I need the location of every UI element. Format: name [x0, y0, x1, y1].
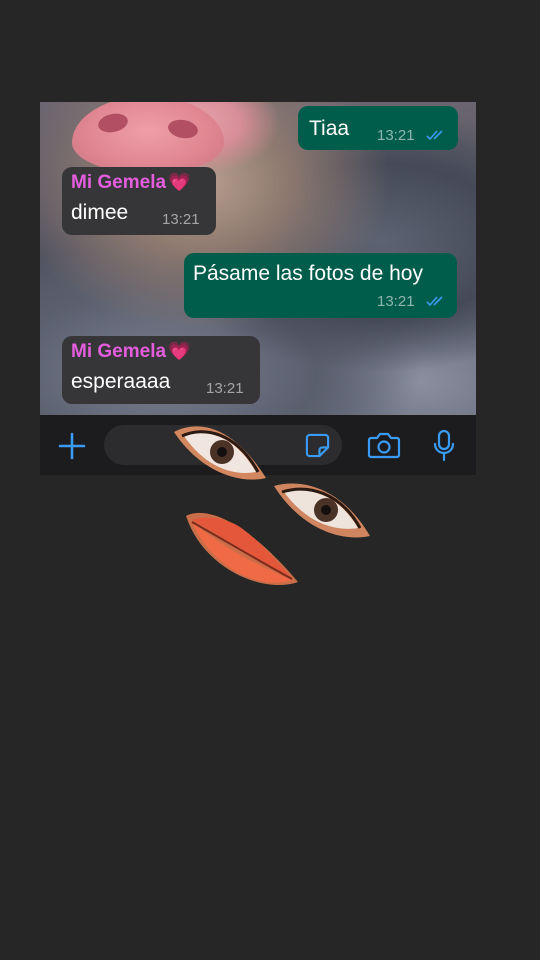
- message-time: 13:21: [377, 127, 415, 144]
- collage-page: Tiaa 13:21 Mi Gemela 💗 dimee 13:21 Pásame…: [0, 0, 540, 960]
- pig-snout-background: [72, 102, 224, 174]
- incoming-message[interactable]: Mi Gemela 💗 esperaaaa 13:21: [62, 336, 260, 404]
- chat-screenshot: Tiaa 13:21 Mi Gemela 💗 dimee 13:21 Pásame…: [40, 102, 476, 415]
- eye-cutout: [174, 426, 266, 480]
- message-text: dimee: [71, 201, 129, 224]
- sticker-icon[interactable]: [304, 432, 331, 459]
- pig-nostril: [166, 117, 200, 141]
- read-ticks-icon: [426, 130, 443, 141]
- read-ticks-icon: [426, 296, 443, 307]
- outgoing-message[interactable]: Tiaa 13:21: [298, 106, 458, 150]
- message-text: Pásame las fotos de hoy: [193, 262, 423, 285]
- sender-name: Mi Gemela 💗: [71, 172, 191, 193]
- lips-cutout: [186, 512, 298, 586]
- sender-name: Mi Gemela 💗: [71, 341, 191, 362]
- outgoing-message[interactable]: Pásame las fotos de hoy 13:21: [184, 253, 457, 318]
- message-text: Tiaa: [309, 117, 350, 140]
- pig-nostril: [96, 111, 130, 135]
- camera-icon[interactable]: [367, 431, 401, 459]
- message-time: 13:21: [162, 211, 200, 228]
- message-time: 13:21: [377, 293, 415, 310]
- plus-icon[interactable]: [57, 431, 87, 461]
- microphone-icon[interactable]: [432, 429, 456, 463]
- message-text: esperaaaa: [71, 370, 171, 393]
- message-time: 13:21: [206, 380, 244, 397]
- heart-emoji: 💗: [168, 341, 191, 361]
- incoming-message[interactable]: Mi Gemela 💗 dimee 13:21: [62, 167, 216, 235]
- heart-emoji: 💗: [168, 172, 191, 192]
